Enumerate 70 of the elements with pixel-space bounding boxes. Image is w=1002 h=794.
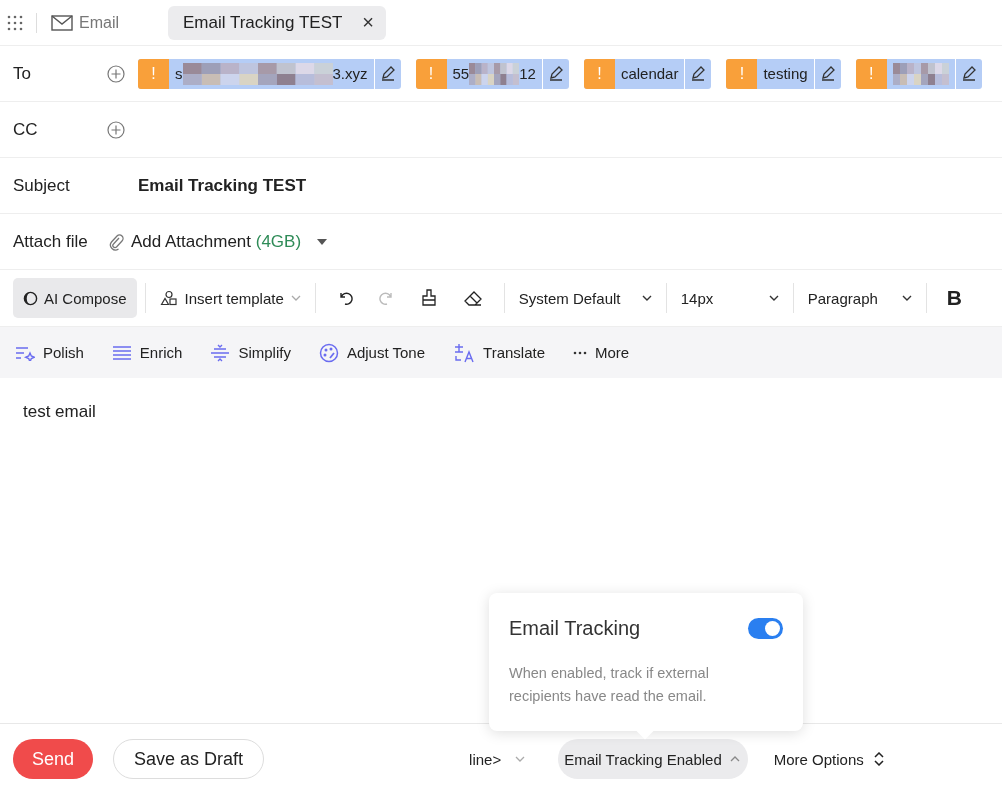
recipient-address: 55: [452, 65, 470, 82]
add-icon[interactable]: [107, 120, 125, 139]
recipient-address: calendar: [620, 65, 679, 82]
chevron-down-icon: [515, 756, 526, 762]
sparkle-lines-icon: [15, 344, 35, 361]
app-label[interactable]: Email: [79, 13, 119, 32]
recipient-chip[interactable]: ! calendar: [583, 58, 712, 89]
popover-description: When enabled, track if external recipients have read the email.: [509, 664, 710, 706]
eraser-icon[interactable]: [462, 290, 483, 306]
more-button[interactable]: More: [573, 344, 630, 361]
recipient-address: 12: [519, 65, 536, 82]
font-size-dropdown[interactable]: 14px: [674, 282, 785, 314]
font-family-dropdown[interactable]: System Default: [512, 282, 658, 314]
shapes-icon: [159, 290, 178, 306]
enrich-button[interactable]: Enrich: [111, 344, 183, 361]
chevron-down-icon: [768, 295, 779, 301]
add-attachment-link[interactable]: Add Attachment (4GB): [131, 231, 302, 252]
subject-field[interactable]: Email Tracking TEST: [138, 175, 307, 196]
bold-button[interactable]: B: [946, 286, 962, 310]
blurred-text: [892, 62, 949, 85]
apps-grid-icon[interactable]: [7, 14, 23, 31]
field-label: CC: [13, 119, 39, 140]
recipient-chip[interactable]: ! s 3.xyz: [138, 58, 401, 89]
paragraph-style-dropdown[interactable]: Paragraph: [801, 282, 918, 314]
compose-tab[interactable]: Email Tracking TEST ×: [168, 5, 387, 40]
recipient-address: testing: [763, 65, 808, 82]
insert-template-dropdown[interactable]: Insert template: [153, 282, 307, 314]
field-label: To: [13, 63, 32, 84]
chevron-down-icon: [641, 295, 652, 301]
envelope-icon: [51, 14, 73, 31]
polish-button[interactable]: Polish: [15, 344, 84, 361]
warning-badge: !: [583, 58, 615, 89]
dropdown-caret-icon[interactable]: [317, 238, 328, 245]
format-painter-icon[interactable]: [420, 289, 437, 307]
paperclip-icon: [108, 232, 124, 251]
message-body[interactable]: test email: [23, 402, 96, 422]
chevron-up-icon: [729, 756, 740, 762]
warning-badge: !: [726, 58, 758, 89]
tracking-button[interactable]: Email Tracking Enabled: [558, 739, 748, 779]
recipient-address: s: [175, 65, 183, 82]
simplify-button[interactable]: Simplify: [210, 343, 291, 362]
close-icon[interactable]: ×: [362, 11, 375, 34]
field-label: Attach file: [13, 231, 89, 252]
recipient-address: 3.xyz: [332, 65, 368, 82]
signature-dropdown[interactable]: line>: [469, 750, 526, 768]
translate-button[interactable]: Translate: [453, 342, 545, 363]
warning-badge: !: [855, 58, 887, 89]
up-down-chevron-icon: [873, 752, 884, 766]
ai-compose-button[interactable]: AI Compose: [13, 278, 137, 318]
palette-icon: [318, 342, 339, 363]
send-button[interactable]: Send: [13, 739, 93, 779]
chevron-down-icon: [901, 295, 912, 301]
chevron-down-icon: [290, 295, 301, 301]
compress-icon: [210, 343, 231, 362]
tracking-toggle[interactable]: [748, 618, 783, 639]
tab-title: Email Tracking TEST: [183, 12, 343, 33]
lines-icon: [111, 344, 132, 361]
add-icon[interactable]: [107, 64, 125, 83]
translate-icon: [453, 342, 476, 363]
popover-title: Email Tracking: [509, 617, 641, 640]
field-label: Subject: [13, 175, 71, 196]
warning-badge: !: [415, 58, 447, 89]
more-options-button[interactable]: More Options: [773, 750, 884, 768]
ellipsis-icon: [573, 350, 587, 355]
blurred-text: [469, 62, 520, 85]
recipient-chip[interactable]: ! testing: [726, 58, 841, 89]
half-circle-icon: [23, 290, 38, 306]
warning-badge: !: [138, 58, 169, 89]
tone-button[interactable]: Adjust Tone: [318, 342, 426, 363]
recipient-chip[interactable]: ! 55 12: [415, 58, 569, 89]
